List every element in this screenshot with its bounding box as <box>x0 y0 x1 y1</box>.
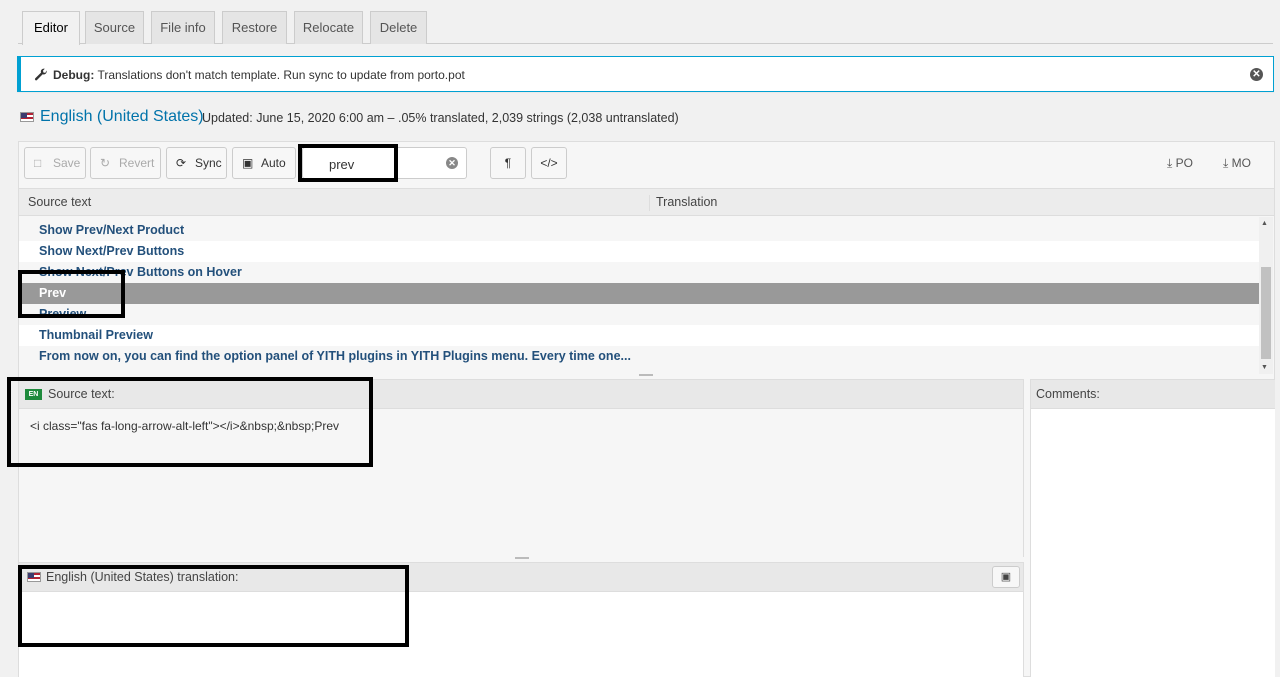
source-text-pane: EN Source text: <i class="fas fa-long-ar… <box>19 379 1024 557</box>
scroll-thumb[interactable] <box>1261 267 1271 359</box>
notice-text: Debug: Translations don't match template… <box>53 68 465 82</box>
notice-message: Translations don't match template. Run s… <box>97 68 465 82</box>
download-icon: ⤓ <box>1167 156 1173 170</box>
debug-notice: Debug: Translations don't match template… <box>17 56 1274 92</box>
notice-label: Debug: <box>53 68 95 82</box>
robot-icon: ▣ <box>1000 571 1012 583</box>
auto-button[interactable]: ▣ Auto <box>232 147 296 179</box>
list-resize-handle[interactable] <box>639 374 653 376</box>
scroll-up-icon[interactable]: ▲ <box>1261 220 1268 227</box>
source-pane-header: EN Source text: <box>19 380 1023 409</box>
translation-pane-header: English (United States) translation: ▣ <box>19 563 1023 592</box>
list-item[interactable]: From now on, you can find the option pan… <box>19 346 1259 367</box>
source-pane-label: Source text: <box>48 387 115 401</box>
comments-pane-header: Comments: <box>1031 380 1275 409</box>
us-flag-icon <box>27 572 41 582</box>
en-language-badge: EN <box>25 389 42 400</box>
editor-tabs: Editor Source File info Restore Relocate… <box>18 11 1273 45</box>
tab-editor[interactable]: Editor <box>22 11 80 45</box>
translation-input[interactable] <box>19 593 1023 677</box>
dismiss-notice-icon[interactable]: ✕ <box>1250 68 1263 81</box>
string-list: Show Prev/Next Product Show Next/Prev Bu… <box>19 217 1259 374</box>
pilcrow-icon: ¶ <box>504 156 512 170</box>
tab-restore[interactable]: Restore <box>222 11 287 44</box>
sync-icon: ⟳ <box>176 156 187 170</box>
code-icon: </> <box>540 156 558 170</box>
comments-pane: Comments: <box>1030 379 1275 677</box>
save-icon: □ <box>34 156 42 170</box>
search-value: prev <box>329 157 355 172</box>
list-item[interactable]: Preview <box>19 304 1259 325</box>
tab-file-info[interactable]: File info <box>151 11 215 44</box>
tab-delete[interactable]: Delete <box>370 11 427 44</box>
list-item-selected[interactable]: Prev <box>19 283 1259 304</box>
revert-icon: ↻ <box>100 156 111 170</box>
list-item[interactable]: Show Prev/Next Product <box>19 220 1259 241</box>
source-text-content: <i class="fas fa-long-arrow-alt-left"></… <box>30 419 339 433</box>
list-item[interactable]: Thumbnail Preview <box>19 325 1259 346</box>
editor-panel: □ Save ↻ Revert ⟳ Sync ▣ Auto prev ✕ ¶ </> ⤓… <box>18 141 1275 677</box>
list-item[interactable]: Show Next/Prev Buttons <box>19 241 1259 262</box>
grid-header: Source text Translation <box>19 188 1274 216</box>
code-view-button[interactable]: </> <box>531 147 567 179</box>
translation-pane: English (United States) translation: ▣ <box>19 562 1024 677</box>
revert-button[interactable]: ↻ Revert <box>90 147 161 179</box>
scroll-down-icon[interactable]: ▼ <box>1261 364 1268 371</box>
tab-relocate[interactable]: Relocate <box>294 11 363 44</box>
language-name[interactable]: English (United States) <box>40 108 204 126</box>
col-translation[interactable]: Translation <box>656 195 717 209</box>
pane-resize-handle[interactable] <box>515 557 529 559</box>
download-mo-button[interactable]: ⤓ MO <box>1223 156 1251 171</box>
robot-icon: ▣ <box>242 156 254 170</box>
clear-search-icon[interactable]: ✕ <box>446 157 458 169</box>
search-input[interactable]: prev ✕ <box>302 147 467 179</box>
translation-meta: Updated: June 15, 2020 6:00 am – .05% tr… <box>202 111 679 125</box>
wrench-icon <box>34 68 47 81</box>
column-divider[interactable] <box>649 195 650 211</box>
download-icon: ⤓ <box>1223 156 1229 170</box>
translation-pane-label: English (United States) translation: <box>46 570 239 584</box>
col-source-text[interactable]: Source text <box>28 195 91 209</box>
download-po-button[interactable]: ⤓ PO <box>1167 156 1193 171</box>
sync-button[interactable]: ⟳ Sync <box>166 147 227 179</box>
editor-toolbar: □ Save ↻ Revert ⟳ Sync ▣ Auto prev ✕ ¶ </> ⤓… <box>19 142 1274 187</box>
list-scrollbar[interactable]: ▲ ▼ <box>1259 217 1273 374</box>
list-item[interactable]: Show Next/Prev Buttons on Hover <box>19 262 1259 283</box>
tab-source[interactable]: Source <box>85 11 144 44</box>
invisibles-button[interactable]: ¶ <box>490 147 526 179</box>
comments-label: Comments: <box>1036 387 1100 401</box>
us-flag-icon <box>20 112 34 122</box>
save-button[interactable]: □ Save <box>24 147 86 179</box>
auto-translate-button[interactable]: ▣ <box>992 566 1020 588</box>
